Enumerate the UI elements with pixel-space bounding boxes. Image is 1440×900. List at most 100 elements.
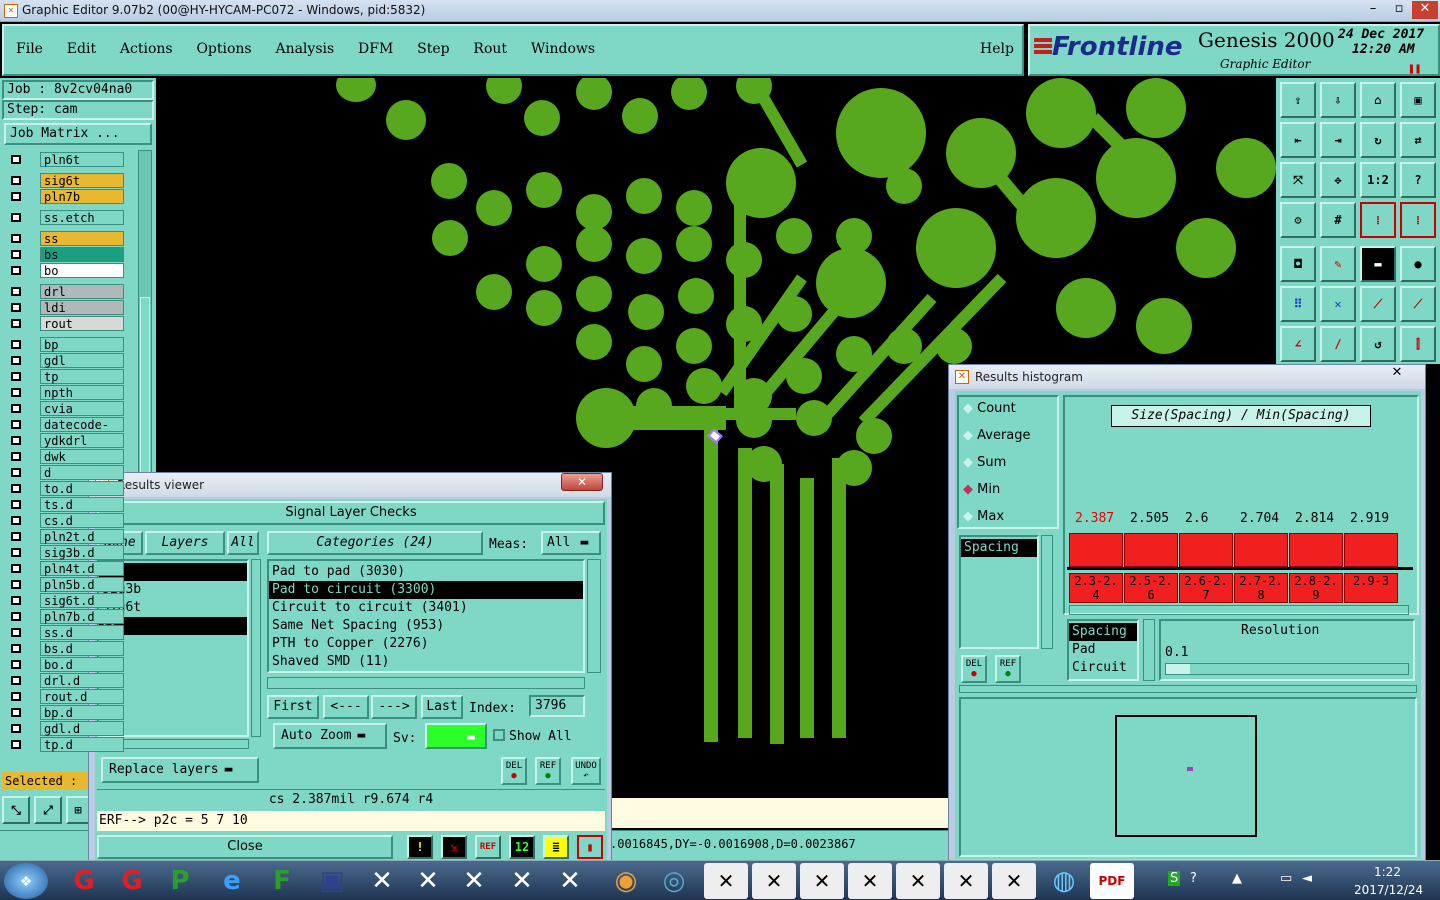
command-line[interactable]: ERF--> p2c = 5 7 10 xyxy=(97,811,605,831)
layer-row[interactable]: sig6t.d xyxy=(6,593,124,608)
layer-checkbox[interactable] xyxy=(6,337,28,352)
tray-network-icon[interactable]: ▭ xyxy=(1280,871,1292,886)
menu-help[interactable]: Help xyxy=(980,41,1014,57)
slash-icon[interactable]: ∕ xyxy=(1320,326,1356,362)
all-button[interactable]: All xyxy=(227,531,259,555)
first-button[interactable]: First xyxy=(267,695,319,719)
category-list-item[interactable]: Shaved SMD (11) xyxy=(269,653,583,671)
excel5-icon[interactable]: ✕ xyxy=(548,863,592,899)
layer-checkbox[interactable] xyxy=(6,433,28,448)
minimize-button[interactable]: – xyxy=(1360,1,1386,19)
slider-thumb[interactable] xyxy=(1166,664,1190,674)
layer-row[interactable]: cvia xyxy=(6,401,124,416)
scale-icon[interactable]: 1:2 xyxy=(1360,162,1396,198)
settings-icon[interactable]: ⚙ xyxy=(1280,202,1316,238)
excel3-icon[interactable]: ✕ xyxy=(452,863,496,899)
mode-radio-sum[interactable]: ◆ Sum xyxy=(963,455,1006,475)
mode-radio-max[interactable]: ◆ Max xyxy=(963,509,1004,529)
net-icon[interactable]: ⁞ xyxy=(1360,202,1396,238)
home-icon[interactable]: ⌂ xyxy=(1360,82,1396,118)
histogram-bar[interactable] xyxy=(1124,533,1178,567)
layer-checkbox[interactable] xyxy=(6,689,28,704)
menu-rout[interactable]: Rout xyxy=(473,41,507,57)
histogram-icon[interactable]: ▮ xyxy=(577,835,603,859)
menu-actions[interactable]: Actions xyxy=(120,41,173,57)
tray-sound-icon[interactable]: ◄ xyxy=(1302,871,1312,886)
layer-row[interactable]: ldi xyxy=(6,300,124,315)
category-list-item[interactable]: Circuit to circuit (3401) xyxy=(269,599,583,617)
xwin5-icon[interactable]: ✕ xyxy=(896,863,940,899)
mode-radio-average[interactable]: ◆ Average xyxy=(963,428,1031,448)
layer-row[interactable]: cs.d xyxy=(6,513,124,528)
category-list-item[interactable]: Pad to pad (3030) xyxy=(269,563,583,581)
layer-row[interactable]: d xyxy=(6,465,124,480)
eye-icon[interactable]: ◎ xyxy=(652,863,696,899)
layer-row[interactable]: sig3b.d xyxy=(6,545,124,560)
connect-icon[interactable]: ⠿ xyxy=(1280,286,1316,322)
categories-hscroll[interactable] xyxy=(267,677,585,689)
prev-button[interactable]: <--- xyxy=(323,695,369,719)
layer-row[interactable]: pln6t xyxy=(6,152,124,167)
layer-row[interactable]: bs.d xyxy=(6,641,124,656)
close-button[interactable]: Close xyxy=(97,835,393,859)
xwin6-icon[interactable]: ✕ xyxy=(944,863,988,899)
layer-checkbox[interactable] xyxy=(6,385,28,400)
arc-icon[interactable]: ↺ xyxy=(1360,326,1396,362)
layer-row[interactable]: bo xyxy=(6,263,124,278)
layer-checkbox[interactable] xyxy=(6,284,28,299)
excel2-icon[interactable]: ✕ xyxy=(406,863,450,899)
type-list-item[interactable]: Circuit xyxy=(1069,659,1137,677)
export-icon[interactable]: ⇲ xyxy=(441,835,467,859)
histogram-bar[interactable] xyxy=(1289,533,1343,567)
histogram-bar[interactable] xyxy=(1179,533,1233,567)
last-button[interactable]: Last xyxy=(421,695,463,719)
edit-icon[interactable]: ✎ xyxy=(1320,246,1356,282)
categories-list[interactable]: Pad to pad (3030) Pad to circuit (3300) Ci… xyxy=(267,559,585,673)
type-list-item[interactable]: Spacing xyxy=(1069,623,1137,641)
tray-arrow-icon[interactable]: ▲ xyxy=(1232,871,1242,886)
mode-radio-min[interactable]: ◆ Min xyxy=(963,482,1000,502)
metric-list-item[interactable]: Spacing xyxy=(961,539,1037,557)
grid-icon[interactable]: # xyxy=(1320,202,1356,238)
resolution-slider[interactable] xyxy=(1165,663,1409,675)
close-window-button[interactable]: ✕ xyxy=(1412,1,1438,19)
xwin4-icon[interactable]: ✕ xyxy=(848,863,892,899)
net-alt-icon[interactable]: ⁞ xyxy=(1400,202,1436,238)
layer-checkbox[interactable] xyxy=(6,210,28,225)
xwin3-icon[interactable]: ✕ xyxy=(800,863,844,899)
layer-checkbox[interactable] xyxy=(6,561,28,576)
select-icon[interactable]: ◘ xyxy=(1280,246,1316,282)
layer-checkbox[interactable] xyxy=(6,593,28,608)
layer-row[interactable]: pln2t.d xyxy=(6,529,124,544)
ie-icon[interactable]: e xyxy=(210,863,254,899)
type-list-item[interactable]: Pad xyxy=(1069,641,1137,659)
open-job-icon[interactable]: ⇪ xyxy=(1280,82,1316,118)
layer-checkbox[interactable] xyxy=(6,417,28,432)
histogram-bar[interactable] xyxy=(1234,533,1288,567)
histogram-bar[interactable] xyxy=(1069,533,1123,567)
layer-row[interactable]: tp.d xyxy=(6,737,124,752)
menu-step[interactable]: Step xyxy=(417,41,449,57)
layer-row[interactable]: pln4t.d xyxy=(6,561,124,576)
layer-checkbox[interactable] xyxy=(6,609,28,624)
rotate-icon[interactable]: ↻ xyxy=(1360,122,1396,158)
xwin2-icon[interactable]: ✕ xyxy=(752,863,796,899)
report-icon[interactable]: ≣ xyxy=(543,835,569,859)
category-list-item[interactable]: Same Net Spacing (953) xyxy=(269,617,583,635)
layer-row[interactable]: to.d xyxy=(6,481,124,496)
layer-row[interactable]: ydkdrl xyxy=(6,433,124,448)
layer-row[interactable]: bp.d xyxy=(6,705,124,720)
layer-checkbox[interactable] xyxy=(6,401,28,416)
layer-checkbox[interactable] xyxy=(6,263,28,278)
line-alt-icon[interactable]: ⟋ xyxy=(1400,286,1436,322)
layer-row[interactable]: npth xyxy=(6,385,124,400)
pan-icon[interactable]: ✥ xyxy=(1320,162,1356,198)
layer-checkbox[interactable] xyxy=(6,481,28,496)
layer-checkbox[interactable] xyxy=(6,545,28,560)
line-icon[interactable]: ⟋ xyxy=(1360,286,1396,322)
sv-color-select[interactable]: ▬ xyxy=(425,723,487,749)
layer-row[interactable]: rout.d xyxy=(6,689,124,704)
layer-checkbox[interactable] xyxy=(6,625,28,640)
clock-date[interactable]: 2017/12/24 xyxy=(1354,883,1423,897)
menu-dfm[interactable]: DFM xyxy=(358,41,393,57)
